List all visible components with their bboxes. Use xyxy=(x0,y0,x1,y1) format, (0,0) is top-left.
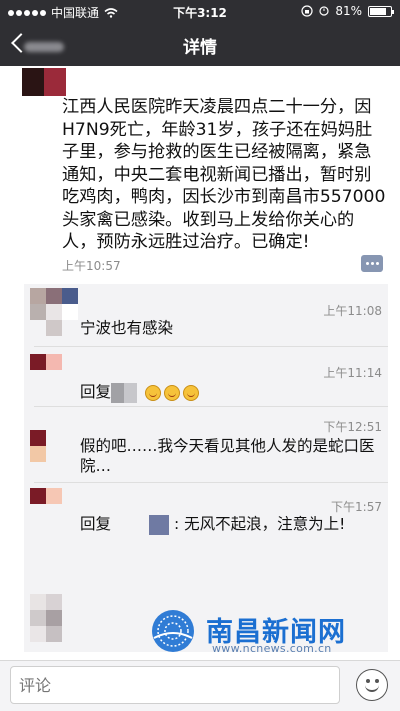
emoji-mouth xyxy=(365,684,379,692)
page-title: 详情 xyxy=(183,38,217,58)
post-text: 江西人民医院昨天凌晨四点二十一分，因H7N9死亡，年龄31岁，孩子还在妈妈肚子里… xyxy=(62,97,386,252)
post-detail: 江西人民医院昨天凌晨四点二十一分，因H7N9死亡，年龄31岁，孩子还在妈妈肚子里… xyxy=(0,66,400,660)
battery-icon xyxy=(368,5,394,17)
comment-text: 回复 xyxy=(80,382,199,403)
reply-prefix: 回复 xyxy=(80,383,112,401)
nav-bar: 详情 xyxy=(0,22,400,66)
avatar[interactable] xyxy=(30,414,78,462)
emoji-icon xyxy=(182,384,199,401)
comment-item[interactable]: 下午12:51 假的吧……我今天看见其他人发的是蛇口医院… xyxy=(24,408,388,478)
redacted-name xyxy=(111,514,150,535)
divider xyxy=(34,406,388,407)
watermark-url: www.ncnews.com.cn xyxy=(212,642,332,655)
avatar[interactable] xyxy=(30,594,78,642)
redacted-name xyxy=(111,382,138,403)
emoji-icon xyxy=(163,384,180,401)
battery-percent: 81% xyxy=(335,4,362,18)
comment-bar xyxy=(0,660,400,711)
comment-time: 下午1:57 xyxy=(331,500,382,514)
avatar[interactable] xyxy=(22,68,66,96)
comment-time: 上午11:08 xyxy=(323,304,382,318)
emoji-eye xyxy=(375,679,379,683)
site-watermark: 南昌新闻网 www.ncnews.com.cn xyxy=(150,608,390,658)
comment-input[interactable] xyxy=(10,666,340,704)
divider xyxy=(34,482,388,483)
alarm-icon xyxy=(319,6,329,16)
status-right: 81% xyxy=(301,4,394,18)
avatar[interactable] xyxy=(30,488,78,536)
comment-item[interactable]: 上午11:14 回复 xyxy=(24,350,388,403)
comments-section: 上午11:08 宁波也有感染 上午11:14 回复 下午12:51 假的吧……我… xyxy=(24,284,388,652)
divider xyxy=(34,346,388,347)
status-bar: 中国联通 下午3:12 81% xyxy=(0,0,400,22)
redacted-name xyxy=(149,514,170,535)
avatar[interactable] xyxy=(30,288,78,336)
post-time: 上午10:57 xyxy=(62,259,121,273)
comment-text: 回复 : 无风不起浪，注意为上! xyxy=(80,514,345,535)
emoji-eye xyxy=(366,679,370,683)
ncnews-logo-icon xyxy=(152,610,194,652)
comment-item[interactable]: 下午1:57 回复 : 无风不起浪，注意为上! xyxy=(24,484,388,536)
comment-item[interactable]: 上午11:08 宁波也有感染 xyxy=(24,284,388,342)
emoji-icon xyxy=(144,384,161,401)
top-bar: 中国联通 下午3:12 81% 详情 xyxy=(0,0,400,66)
avatar-tile xyxy=(22,68,44,96)
more-options-button[interactable] xyxy=(361,255,383,272)
avatar[interactable] xyxy=(30,354,78,402)
avatar-tile xyxy=(44,68,66,96)
comment-time: 上午11:14 xyxy=(323,366,382,380)
lock-rotation-icon xyxy=(301,5,313,17)
comment-text: 宁波也有感染 xyxy=(80,319,174,337)
comment-text: 假的吧……我今天看见其他人发的是蛇口医院… xyxy=(80,437,375,475)
reply-prefix: 回复 xyxy=(80,515,112,533)
emoji-button[interactable] xyxy=(356,669,388,701)
comment-time: 下午12:51 xyxy=(323,420,382,434)
comment-body: : 无风不起浪，注意为上! xyxy=(173,515,346,533)
